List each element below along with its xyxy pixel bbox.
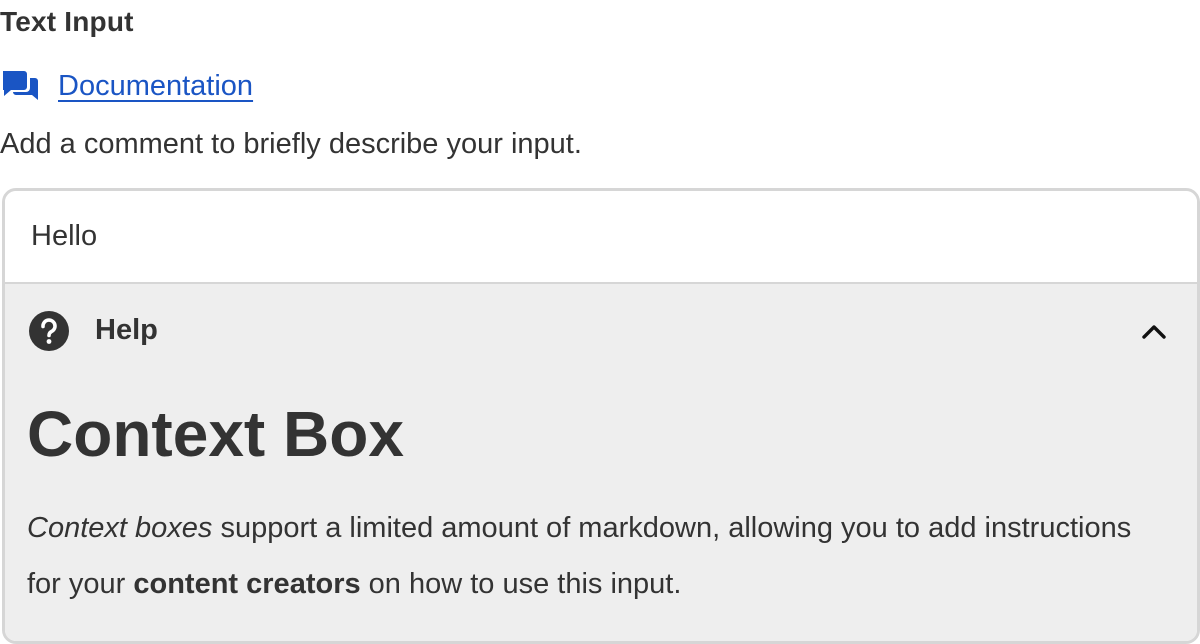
context-body-text-end: on how to use this input. xyxy=(360,568,682,600)
chevron-up-icon[interactable] xyxy=(1141,322,1167,340)
question-circle-icon xyxy=(29,311,69,351)
chat-bubbles-icon[interactable] xyxy=(0,68,40,104)
documentation-link[interactable]: Documentation xyxy=(58,70,253,103)
text-input-field: Help Context Box Context boxes support a… xyxy=(2,188,1200,644)
text-input[interactable] xyxy=(5,191,1197,282)
context-body-emphasis: Context boxes xyxy=(27,512,213,544)
context-box-body: Context boxes support a limited amount o… xyxy=(27,500,1147,612)
context-box-heading: Context Box xyxy=(27,398,404,470)
field-label: Text Input xyxy=(0,6,134,37)
help-title: Help xyxy=(95,314,158,346)
field-description: Add a comment to briefly describe your i… xyxy=(0,128,582,160)
context-body-strong: content creators xyxy=(133,568,361,600)
help-panel: Help Context Box Context boxes support a… xyxy=(5,282,1197,641)
documentation-row: Documentation xyxy=(0,64,253,108)
help-toggle[interactable]: Help xyxy=(5,284,1197,380)
